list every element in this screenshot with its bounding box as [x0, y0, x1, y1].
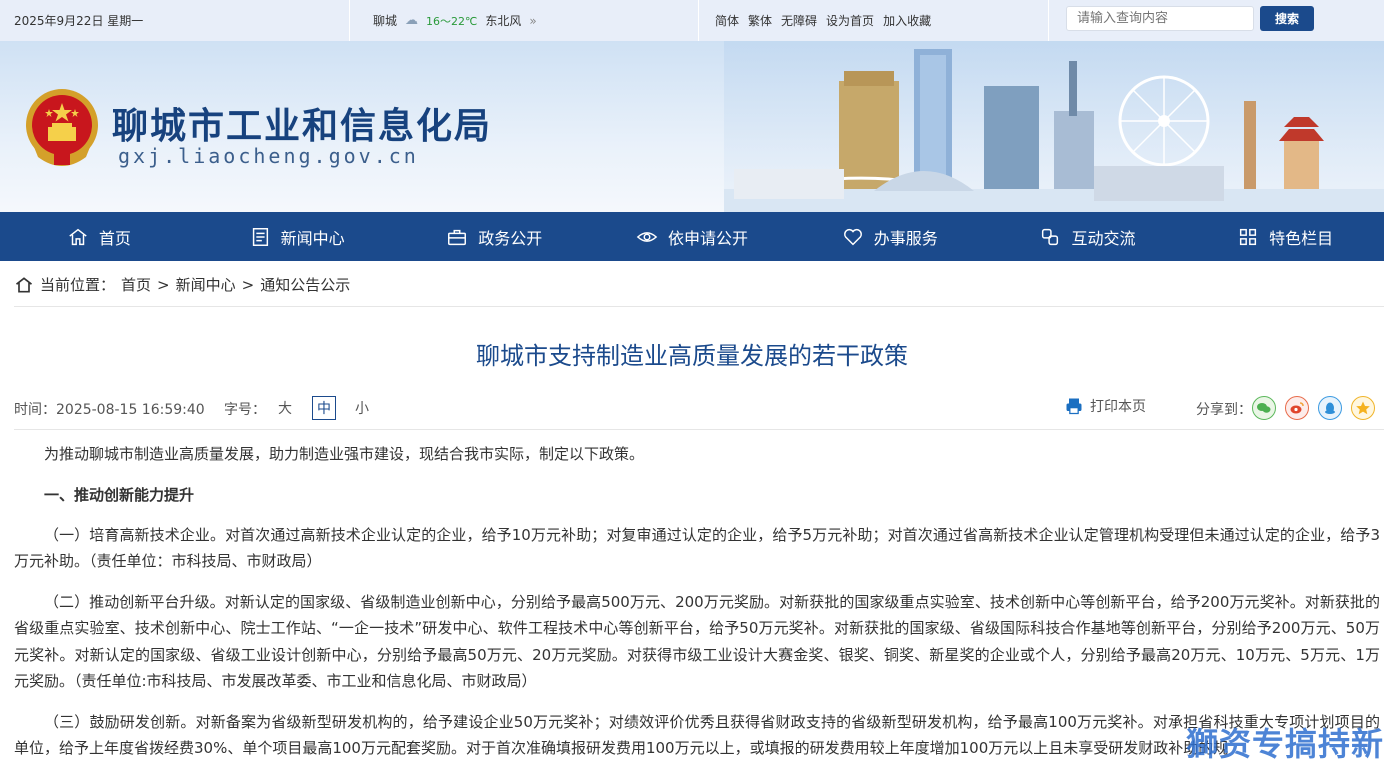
link-traditional[interactable]: 繁体: [748, 12, 772, 29]
weather-temperature: 16～22℃: [426, 14, 478, 28]
weather-widget: 聊城 ☁ 16～22℃ 东北风 »: [373, 0, 537, 41]
nav-home[interactable]: 首页: [0, 212, 198, 261]
article-body: 为推动聊城市制造业高质量发展，助力制造业强市建设，现结合我市实际，制定以下政策。…: [14, 441, 1380, 765]
breadcrumb: 当前位置： 首页 > 新闻中心 > 通知公告公示: [14, 274, 350, 295]
font-size-label: 字号：: [224, 402, 266, 418]
nav-label: 办事服务: [873, 228, 938, 248]
site-banner: 聊城市工业和信息化局 gxj.liaocheng.gov.cn: [0, 41, 1384, 212]
top-links: 简体 繁体 无障碍 设为首页 加入收藏: [715, 0, 931, 41]
grid-icon: [1240, 228, 1257, 245]
link-accessibility[interactable]: 无障碍: [781, 12, 817, 29]
divider: [14, 306, 1384, 307]
nav-request-disclosure[interactable]: 依申请公开: [593, 212, 791, 261]
nav-label: 首页: [98, 228, 131, 248]
section-heading: 一、推动创新能力提升: [44, 485, 195, 504]
print-button[interactable]: 打印本页: [1064, 396, 1146, 416]
policy-paragraph: （三）鼓励研发创新。对新备案为省级新型研发机构的，给予建设企业50万元奖补；对绩…: [14, 712, 1380, 758]
double-chevron-right-icon[interactable]: »: [529, 14, 536, 28]
nav-services[interactable]: 办事服务: [791, 212, 989, 261]
home-icon: [69, 228, 87, 245]
search-button[interactable]: 搜索: [1260, 6, 1314, 31]
breadcrumb-separator: >: [157, 275, 170, 294]
wechat-icon[interactable]: [1252, 396, 1276, 420]
breadcrumb-prefix: 当前位置：: [40, 276, 116, 294]
policy-paragraph: （二）推动创新平台升级。对新认定的国家级、省级制造业创新中心，分别给予最高500…: [14, 592, 1380, 691]
divider: [698, 0, 699, 41]
share-label: 分享到：: [1196, 402, 1252, 418]
publish-time: 时间：2025-08-15 16:59:40: [14, 402, 205, 418]
nav-label: 政务公开: [478, 228, 543, 248]
weibo-icon[interactable]: [1285, 396, 1309, 420]
divider: [349, 0, 350, 41]
link-add-favorite[interactable]: 加入收藏: [883, 12, 931, 29]
font-size-small-button[interactable]: 小: [350, 396, 374, 420]
nav-label: 新闻中心: [280, 228, 345, 248]
qq-icon[interactable]: [1318, 396, 1342, 420]
national-emblem-icon: [26, 89, 98, 166]
nav-label: 特色栏目: [1269, 228, 1334, 248]
home-icon: [15, 276, 33, 292]
site-url: gxj.liaocheng.gov.cn: [118, 144, 419, 168]
breadcrumb-separator: >: [241, 275, 255, 294]
divider: [1048, 0, 1049, 41]
city-skyline-illustration: [724, 41, 1384, 212]
font-size-medium-button[interactable]: 中: [312, 396, 336, 420]
main-nav: 首页 新闻中心 政务公开 依申请公开 办事服务 互动交流 特色栏目: [0, 212, 1384, 261]
top-bar: 2025年9月22日 星期一 聊城 ☁ 16～22℃ 东北风 » 简体 繁体 无…: [0, 0, 1384, 41]
nav-government-affairs[interactable]: 政务公开: [395, 212, 593, 261]
search-input[interactable]: [1066, 6, 1254, 31]
breadcrumb-news-center[interactable]: 新闻中心: [176, 274, 236, 295]
nav-featured-columns[interactable]: 特色栏目: [1186, 212, 1384, 261]
watermark: 獅资专搞持新: [1185, 725, 1384, 763]
article-meta: 时间：2025-08-15 16:59:40 字号： 大 中 小 打印本页 分享…: [14, 396, 1384, 420]
nav-news-center[interactable]: 新闻中心: [198, 212, 396, 261]
eye-icon: [636, 231, 658, 242]
weather-city: 聊城: [373, 14, 398, 28]
site-title: 聊城市工业和信息化局: [112, 106, 493, 147]
nav-label: 依申请公开: [668, 228, 749, 248]
printer-icon: [1066, 398, 1082, 415]
breadcrumb-home[interactable]: 首页: [121, 274, 151, 295]
nav-label: 互动交流: [1071, 228, 1136, 248]
font-size-large-button[interactable]: 大: [273, 396, 297, 420]
qzone-icon[interactable]: [1351, 396, 1375, 420]
nav-interaction[interactable]: 互动交流: [989, 212, 1187, 261]
weather-wind: 东北风: [485, 14, 522, 28]
heart-icon: [843, 228, 862, 245]
rain-cloud-icon: ☁: [405, 13, 419, 28]
document-icon: [252, 227, 268, 246]
divider: [14, 429, 1384, 430]
link-set-homepage[interactable]: 设为首页: [826, 12, 874, 29]
breadcrumb-notices[interactable]: 通知公告公示: [260, 274, 350, 295]
intro-paragraph: 为推动聊城市制造业高质量发展，助力制造业强市建设，现结合我市实际，制定以下政策。: [44, 445, 645, 463]
policy-paragraph: （一）培育高新技术企业。对首次通过高新技术企业认定的企业，给予10万元补助；对复…: [14, 525, 1380, 571]
exchange-icon: [1042, 228, 1059, 245]
current-date: 2025年9月22日 星期一: [14, 14, 144, 28]
article-title: 聊城市支持制造业高质量发展的若干政策: [476, 342, 908, 370]
link-simplified[interactable]: 简体: [715, 12, 739, 29]
briefcase-icon: [448, 229, 467, 245]
print-label: 打印本页: [1090, 399, 1146, 415]
